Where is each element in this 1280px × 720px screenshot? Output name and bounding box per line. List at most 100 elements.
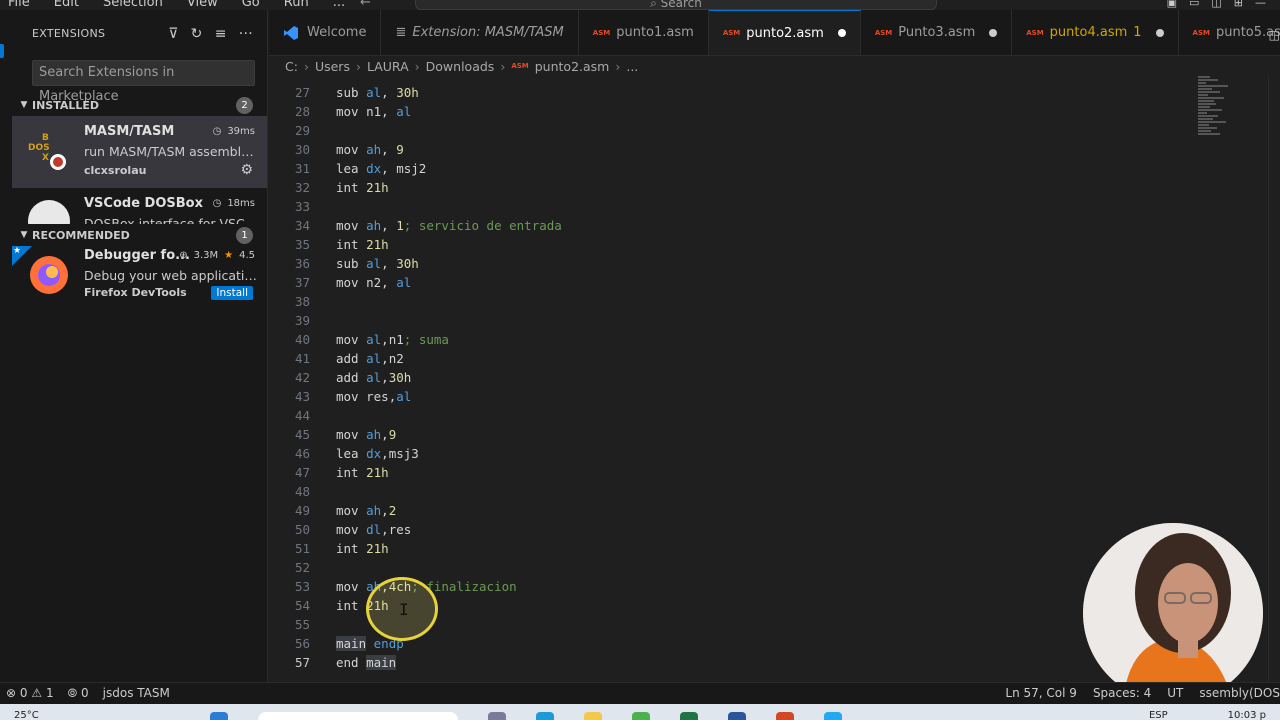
vscode-taskbar-icon[interactable]	[824, 712, 842, 720]
code-line[interactable]: 31 lea dx, msj2	[269, 159, 1199, 178]
powerpoint-icon[interactable]	[776, 712, 794, 720]
language-indicator[interactable]: ESP	[1149, 710, 1168, 720]
code-line[interactable]: 57 end main	[269, 653, 1199, 672]
breadcrumb-file[interactable]: punto2.asm	[535, 59, 610, 74]
menu-more[interactable]: ...	[333, 0, 345, 10]
clock[interactable]: 10:03 p	[1228, 710, 1266, 720]
code-line[interactable]: 43 mov res,al	[269, 387, 1199, 406]
tab-punto2[interactable]: ASM punto2.asm	[708, 10, 861, 55]
filter-icon[interactable]: ⊽	[168, 26, 179, 42]
extensions-search-input[interactable]: Search Extensions in Marketplace	[32, 60, 255, 104]
extension-item-firefox-debugger[interactable]: ★ Debugger fo... ⊕ 3.3M ★ 4.5 Debug your…	[12, 246, 267, 318]
code-line[interactable]: 45 mov ah,9	[269, 425, 1199, 444]
code-line[interactable]: 39	[269, 311, 1199, 330]
weather-widget[interactable]: 25°C	[14, 710, 39, 720]
code-line[interactable]: 34 mov ah, 1; servicio de entrada	[269, 216, 1199, 235]
tab-label: punto2.asm	[746, 25, 824, 41]
excel-icon[interactable]	[680, 712, 698, 720]
line-number: 27	[294, 85, 310, 100]
ports-indicator[interactable]: ⦾ 0	[68, 686, 89, 701]
more-actions-icon[interactable]: ···	[239, 26, 253, 42]
tab-punto5[interactable]: ASM punto5.asm	[1179, 10, 1280, 55]
app-icon[interactable]	[488, 712, 506, 720]
code-line[interactable]: 46 lea dx,msj3	[269, 444, 1199, 463]
editor-scrollbar[interactable]	[1268, 76, 1280, 682]
recommended-section-header[interactable]: ▼ RECOMMENDED 1	[12, 224, 267, 246]
line-code: mov al,n1; suma	[336, 332, 449, 347]
split-editor-icon[interactable]: ◫	[1269, 28, 1280, 42]
sidebar-actions: ⊽ ↻ ≡ ···	[168, 26, 253, 42]
tab-punto1[interactable]: ASM punto1.asm	[579, 10, 709, 55]
code-line[interactable]: 28 mov n1, al	[269, 102, 1199, 121]
indentation[interactable]: Spaces: 4	[1093, 686, 1151, 700]
install-button[interactable]: Install	[211, 286, 253, 300]
tab-welcome[interactable]: Welcome	[269, 10, 382, 55]
panel-icon[interactable]: ▭	[1189, 0, 1199, 9]
code-line[interactable]: 27 sub al, 30h	[269, 83, 1199, 102]
layout-icon[interactable]: ▣	[1167, 0, 1177, 9]
code-line[interactable]: 52	[269, 558, 1199, 577]
language-mode[interactable]: ssembly(DOS	[1199, 686, 1280, 700]
tab-punto3[interactable]: ASM Punto3.asm	[861, 10, 1013, 55]
encoding[interactable]: UT	[1167, 686, 1183, 700]
minimap[interactable]	[1198, 76, 1238, 196]
refresh-icon[interactable]: ↻	[191, 26, 203, 42]
code-line[interactable]: 29	[269, 121, 1199, 140]
task-indicator[interactable]: jsdos TASM	[103, 686, 170, 701]
tab-punto4[interactable]: ASM punto4.asm 1	[1012, 10, 1179, 55]
cursor-position[interactable]: Ln 57, Col 9	[1005, 686, 1077, 700]
menu-selection[interactable]: Selection	[103, 0, 163, 10]
modified-dot-icon[interactable]	[837, 29, 846, 37]
gear-icon[interactable]: ⚙	[240, 162, 253, 178]
code-line[interactable]: 38	[269, 292, 1199, 311]
menu-run[interactable]: Run	[284, 0, 309, 10]
code-line[interactable]: 44	[269, 406, 1199, 425]
breadcrumb-symbols[interactable]: ...	[626, 59, 638, 74]
line-code: lea dx, msj2	[336, 161, 427, 176]
code-line[interactable]: 42 add al,30h	[269, 368, 1199, 387]
chrome-icon[interactable]	[632, 712, 650, 720]
menu-edit[interactable]: Edit	[54, 0, 79, 10]
code-line[interactable]: 40 mov al,n1; suma	[269, 330, 1199, 349]
breadcrumb-users[interactable]: Users	[315, 59, 350, 74]
line-number: 29	[294, 123, 310, 138]
code-line[interactable]: 30 mov ah, 9	[269, 140, 1199, 159]
code-line[interactable]: 41 add al,n2	[269, 349, 1199, 368]
tab-extension-masm-tasm[interactable]: ≣ Extension: MASM/TASM	[381, 10, 579, 55]
modified-dot-icon[interactable]	[989, 28, 998, 37]
command-center[interactable]: ⌕ Search	[415, 0, 937, 10]
code-line[interactable]: 49 mov ah,2	[269, 501, 1199, 520]
menu-view[interactable]: View	[187, 0, 218, 10]
minimize-icon[interactable]: —	[1255, 0, 1266, 9]
extension-item-vscode-dosbox[interactable]: VSCode DOSBox ◷ 18ms DOSBox interface fo…	[12, 188, 267, 224]
menu-go[interactable]: Go	[242, 0, 260, 10]
breadcrumb-downloads[interactable]: Downloads	[426, 59, 495, 74]
edge-icon[interactable]	[536, 712, 554, 720]
split-icon[interactable]: ◫	[1211, 0, 1221, 9]
code-line[interactable]: 36 sub al, 30h	[269, 254, 1199, 273]
code-line[interactable]: 35 int 21h	[269, 235, 1199, 254]
grid-icon[interactable]: ⊞	[1234, 0, 1243, 9]
word-icon[interactable]	[728, 712, 746, 720]
code-line[interactable]: 33	[269, 197, 1199, 216]
code-line[interactable]: 51 int 21h	[269, 539, 1199, 558]
clear-icon[interactable]: ≡	[215, 26, 227, 42]
problems-indicator[interactable]: ⊗ 0 ⚠ 1	[6, 686, 54, 701]
code-line[interactable]: 48	[269, 482, 1199, 501]
breadcrumb-drive[interactable]: C:	[285, 59, 298, 74]
menu-file[interactable]: File	[8, 0, 30, 10]
installed-section-header[interactable]: ▼ INSTALLED 2	[12, 94, 267, 116]
code-line[interactable]: 32 int 21h	[269, 178, 1199, 197]
back-arrow-icon[interactable]: ←	[360, 0, 371, 10]
windows-start-icon[interactable]	[210, 712, 228, 720]
folder-icon[interactable]	[584, 712, 602, 720]
extension-description: run MASM/TASM assembly i...	[84, 144, 260, 159]
code-line[interactable]: 37 mov n2, al	[269, 273, 1199, 292]
code-line[interactable]: 50 mov dl,res	[269, 520, 1199, 539]
error-count: 0	[19, 686, 28, 700]
breadcrumb-laura[interactable]: LAURA	[367, 59, 409, 74]
taskbar-search-box[interactable]	[258, 712, 458, 720]
modified-dot-icon[interactable]	[1155, 28, 1164, 37]
extension-item-masm-tasm[interactable]: B DOS X MASM/TASM ◷ 39ms run MASM/TASM a…	[12, 116, 267, 188]
code-line[interactable]: 47 int 21h	[269, 463, 1199, 482]
